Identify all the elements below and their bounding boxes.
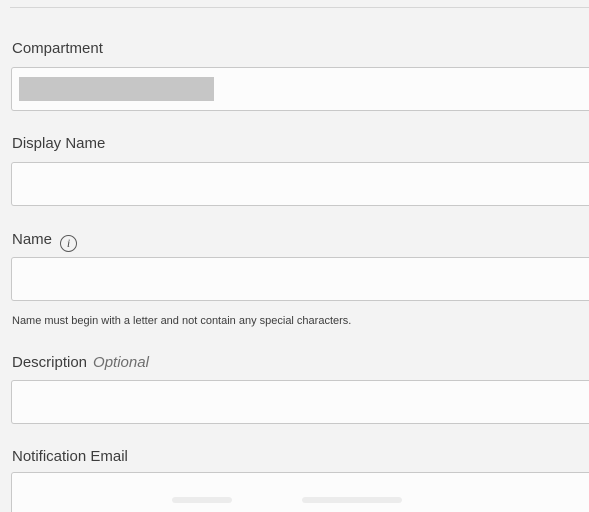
info-icon[interactable]: i: [60, 235, 78, 252]
name-input[interactable]: [12, 258, 589, 300]
blurred-text-trace: [172, 497, 232, 503]
compartment-redacted-value: [19, 77, 214, 101]
top-divider: [10, 7, 589, 8]
description-label: Description Optional: [12, 354, 149, 372]
display-name-input[interactable]: [12, 163, 589, 205]
compartment-label-text: Compartment: [12, 40, 103, 57]
description-label-text: Description: [12, 354, 88, 371]
name-field: [11, 257, 589, 301]
notification-email-label: Notification Email: [12, 448, 128, 466]
compartment-select[interactable]: [11, 67, 589, 111]
description-field: [11, 380, 589, 424]
name-label-text: Name: [12, 231, 53, 248]
name-hint-text: Name must begin with a letter and not co…: [12, 315, 352, 327]
display-name-label: Display Name: [12, 135, 105, 153]
display-name-label-text: Display Name: [12, 135, 106, 152]
display-name-field: [11, 162, 589, 206]
notification-email-label-text: Notification Email: [12, 448, 128, 465]
optional-tag: Optional: [93, 354, 149, 371]
name-label: Name i: [12, 231, 78, 252]
blurred-text-trace: [302, 497, 402, 503]
compartment-label: Compartment: [12, 40, 103, 58]
description-input[interactable]: [12, 381, 589, 423]
notification-email-field[interactable]: [11, 472, 589, 512]
